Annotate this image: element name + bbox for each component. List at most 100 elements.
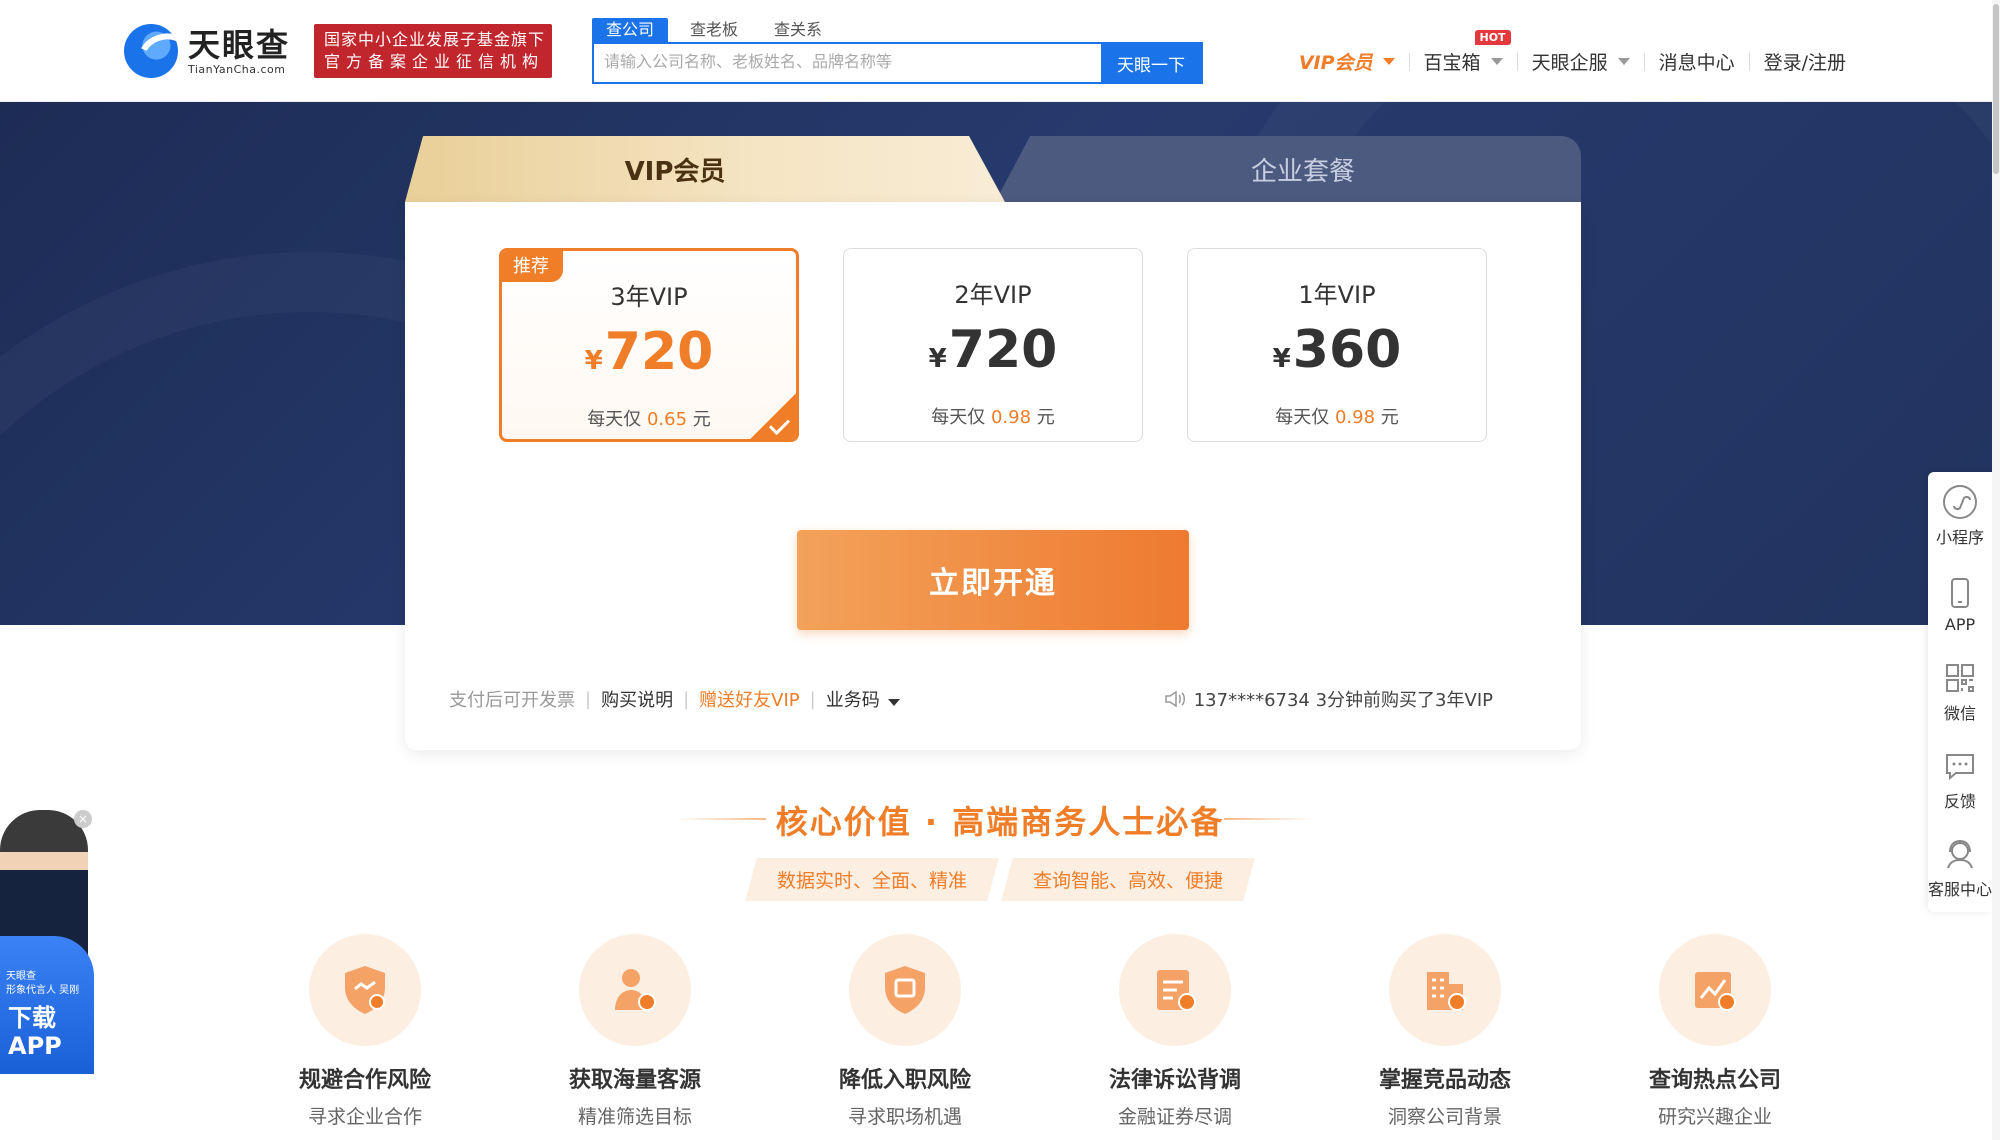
sidebar-label: 微信 <box>1943 704 1976 723</box>
sidebar-wechat[interactable]: 微信 <box>1928 648 1992 736</box>
search-input[interactable] <box>594 44 1101 82</box>
official-badge: 国家中小企业发展子基金旗下 官方备案企业征信机构 <box>314 24 552 78</box>
daily-prefix: 每天仅 <box>931 407 986 428</box>
feature-item: 查询热点公司 研究兴趣企业 <box>1580 934 1850 1129</box>
core-tag: 查询智能、高效、便捷 <box>1001 858 1255 901</box>
speaker-icon <box>1164 690 1185 708</box>
tab-enterprise[interactable]: 企业套餐 <box>995 136 1581 202</box>
shield-handshake-icon <box>309 934 421 1046</box>
tab-vip[interactable]: VIP会员 <box>405 136 1005 202</box>
download-app-panel[interactable]: 天眼查 形象代言人 吴刚 下载 APP <box>0 936 94 1074</box>
feature-title: 查询热点公司 <box>1648 1068 1781 1093</box>
plan-card-body: 推荐 3年VIP ¥720 每天仅 0.65 元 2年VIP ¥720 每天仅 … <box>405 202 1581 750</box>
nav-vip[interactable]: VIP会员 <box>1285 48 1409 75</box>
checkmark-icon <box>747 390 796 439</box>
currency-symbol: ¥ <box>584 346 603 376</box>
right-sidebar: 小程序 APP 微信 反馈 客服中心 <box>1928 472 1992 912</box>
nav-baibaoxiang[interactable]: HOT 百宝箱 <box>1410 30 1517 75</box>
sidebar-label: 反馈 <box>1943 792 1976 811</box>
gift-vip-link[interactable]: 赠送好友VIP <box>699 686 799 712</box>
feature-subtitle: 精准筛选目标 <box>577 1106 692 1128</box>
plan-price: ¥720 <box>502 320 796 393</box>
hot-badge: HOT <box>1474 30 1511 45</box>
business-code-label: 业务码 <box>825 690 880 711</box>
chevron-down-icon <box>1617 58 1630 65</box>
close-icon[interactable]: × <box>74 810 92 828</box>
plan-name: 3年VIP <box>610 283 688 311</box>
feature-item: 规避合作风险 寻求企业合作 <box>230 934 500 1129</box>
price-value: 360 <box>1292 320 1402 380</box>
core-tag-label: 数据实时、全面、精准 <box>776 870 967 892</box>
feature-item: 掌握竞品动态 洞察公司背景 <box>1310 934 1580 1129</box>
purchase-instructions-link[interactable]: 购买说明 <box>601 686 673 712</box>
price-value: 720 <box>604 322 714 382</box>
feature-item: 获取海量客源 精准筛选目标 <box>500 934 770 1129</box>
ad-app-label: APP <box>8 1032 62 1060</box>
daily-value: 0.65 <box>646 409 688 430</box>
sidebar-label: 小程序 <box>1935 528 1984 547</box>
sidebar-feedback[interactable]: 反馈 <box>1928 736 1992 824</box>
feature-subtitle: 寻求企业合作 <box>307 1106 422 1128</box>
plan-1-year[interactable]: 1年VIP ¥360 每天仅 0.98 元 <box>1187 248 1487 442</box>
download-app-ad[interactable]: × 天眼查 形象代言人 吴刚 下载 APP <box>0 810 96 1074</box>
plan-3-year[interactable]: 推荐 3年VIP ¥720 每天仅 0.65 元 <box>499 248 799 442</box>
invoice-note: 支付后可开发票 <box>449 690 575 711</box>
pricing-panel: 企业套餐 VIP会员 推荐 3年VIP ¥720 每天仅 0.65 元 2年VI… <box>405 136 1581 750</box>
daily-suffix: 元 <box>1380 407 1399 428</box>
daily-value: 0.98 <box>990 407 1032 428</box>
scrollbar-thumb[interactable] <box>1993 4 1999 174</box>
tab-search-relation[interactable]: 查关系 <box>760 18 836 42</box>
sidebar-label: APP <box>1944 614 1976 634</box>
chevron-down-icon <box>1490 58 1503 65</box>
feature-subtitle: 洞察公司背景 <box>1387 1106 1502 1128</box>
sidebar-support[interactable]: 客服中心 <box>1928 824 1992 912</box>
plan-daily: 每天仅 0.98 元 <box>1188 403 1486 429</box>
nav-qifu[interactable]: 天眼企服 <box>1518 48 1644 75</box>
logo-en: TianYanCha.com <box>188 62 286 76</box>
link-divider: | <box>683 688 690 710</box>
chevron-down-icon <box>887 699 900 706</box>
feature-list: 规避合作风险 寻求企业合作 获取海量客源 精准筛选目标 降低入职风险 寻求职场机… <box>230 934 1850 1129</box>
page-scrollbar[interactable] <box>1992 0 2000 1140</box>
job-shield-icon <box>849 934 961 1046</box>
logo-cn: 天眼查 <box>188 25 291 64</box>
business-code-dropdown[interactable]: 业务码 <box>826 686 900 712</box>
ad-download-label: 下载 <box>8 1004 56 1032</box>
feature-subtitle: 寻求职场机遇 <box>847 1106 962 1128</box>
nav-login[interactable]: 登录/注册 <box>1750 48 1860 75</box>
tab-search-company[interactable]: 查公司 <box>592 18 669 42</box>
search-tabs: 查公司 查老板 查关系 <box>592 18 844 42</box>
core-tag: 数据实时、全面、精准 <box>745 858 999 901</box>
recommend-badge: 推荐 <box>502 251 563 282</box>
recent-purchase-text: 137****6734 3分钟前购买了3年VIP <box>1193 690 1493 711</box>
feature-subtitle: 金融证券尽调 <box>1117 1106 1232 1128</box>
badge-line-2: 官方备案企业征信机构 <box>324 52 545 71</box>
plan-price: ¥360 <box>1188 318 1486 391</box>
nav-vip-label: VIP会员 <box>1298 52 1373 74</box>
plan-price: ¥720 <box>844 318 1142 391</box>
nav-messages[interactable]: 消息中心 <box>1645 48 1749 75</box>
feature-title: 掌握竞品动态 <box>1378 1068 1511 1093</box>
tianyancha-logo[interactable]: 天眼查 TianYanCha.com <box>124 24 290 78</box>
currency-symbol: ¥ <box>1272 344 1291 374</box>
building-icon <box>1389 934 1501 1046</box>
feature-title: 法律诉讼背调 <box>1108 1068 1241 1093</box>
tab-search-boss[interactable]: 查老板 <box>676 18 752 42</box>
daily-prefix: 每天仅 <box>587 409 642 430</box>
activate-now-button[interactable]: 立即开通 <box>797 530 1189 630</box>
sidebar-label: 客服中心 <box>1928 880 1993 899</box>
sidebar-app[interactable]: APP <box>1928 560 1992 648</box>
feature-subtitle: 研究兴趣企业 <box>1657 1106 1772 1128</box>
plan-2-year[interactable]: 2年VIP ¥720 每天仅 0.98 元 <box>843 248 1143 442</box>
sidebar-mini-program[interactable]: 小程序 <box>1928 472 1992 560</box>
recent-purchase-note: 137****6734 3分钟前购买了3年VIP <box>1164 686 1493 712</box>
logo-text: 天眼查 TianYanCha.com <box>188 27 290 76</box>
purchase-links: 支付后可开发票 | 购买说明 | 赠送好友VIP | 业务码 <box>449 686 900 712</box>
core-tags: 数据实时、全面、精准 查询智能、高效、便捷 <box>0 858 2000 901</box>
logo-icon <box>124 24 178 78</box>
search-button[interactable]: 天眼一下 <box>1101 44 1201 82</box>
phone-icon <box>1951 577 1969 608</box>
support-agent-icon <box>1947 839 1973 869</box>
ad-brand: 天眼查 形象代言人 吴刚 <box>0 936 94 998</box>
feature-title: 获取海量客源 <box>568 1068 701 1093</box>
